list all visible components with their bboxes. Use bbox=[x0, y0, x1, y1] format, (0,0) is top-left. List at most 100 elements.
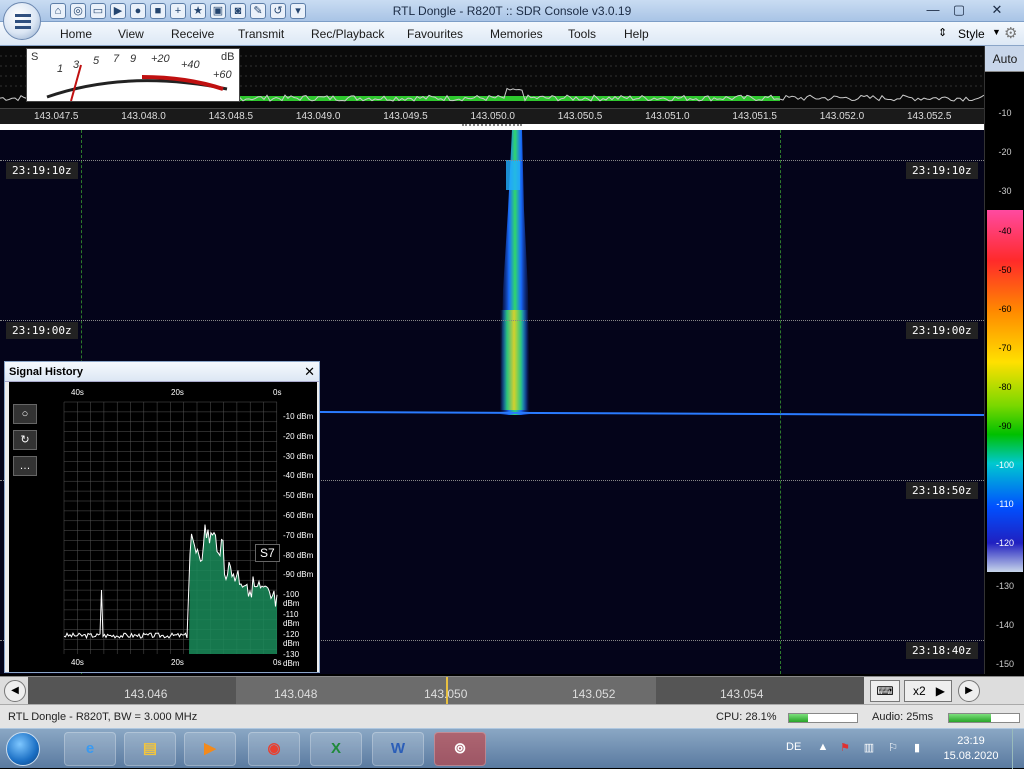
db-label: -10 bbox=[998, 108, 1012, 118]
explorer-icon[interactable]: ▤ bbox=[124, 732, 176, 766]
close-button[interactable]: ✕ bbox=[984, 1, 1010, 19]
frequency-tick-label: 143.052.5 bbox=[907, 111, 952, 122]
menu-memories[interactable]: Memories bbox=[490, 27, 543, 41]
audio-status: Audio: 25ms bbox=[872, 711, 934, 723]
auto-range-button[interactable]: Auto bbox=[985, 46, 1024, 72]
time-label-bottom: 0s bbox=[273, 658, 282, 667]
settings-gear-icon[interactable]: ⚙ bbox=[1004, 24, 1017, 42]
menu-receive[interactable]: Receive bbox=[171, 27, 214, 41]
menu-transmit[interactable]: Transmit bbox=[238, 27, 284, 41]
frequency-tick-label: 143.051.0 bbox=[645, 111, 690, 122]
start-button[interactable] bbox=[6, 732, 40, 766]
menu-favourites[interactable]: Favourites bbox=[407, 27, 463, 41]
dbm-label: -20 dBm bbox=[283, 431, 314, 441]
db-scale: Auto -10 -20 -30 -40 -50 -60 -70 -80 -90… bbox=[984, 46, 1024, 674]
frequency-tick-label: 143.052.0 bbox=[819, 111, 865, 122]
db-label: -140 bbox=[995, 620, 1014, 630]
smeter-tick-7: 7 bbox=[113, 53, 120, 65]
time-label-top: 0s bbox=[273, 388, 282, 397]
sdr-console-icon[interactable]: ⊚ bbox=[434, 732, 486, 766]
band-label: 143.054 bbox=[720, 687, 764, 701]
colorbar-label: -70 bbox=[998, 343, 1012, 353]
timestamp-right-2: 23:19:00z bbox=[906, 322, 978, 339]
dbm-label: -120 dBm bbox=[283, 629, 300, 648]
clock-time: 23:19 bbox=[957, 735, 985, 747]
colorbar-label: -40 bbox=[998, 226, 1012, 236]
band-strip: ◀ 143.046 143.048 143.050 143.052 143.05… bbox=[0, 676, 1024, 705]
keyboard-button[interactable]: ⌨ bbox=[870, 680, 900, 702]
scroll-right-button[interactable]: ▶ bbox=[958, 680, 980, 702]
maximize-button[interactable]: ▢ bbox=[946, 1, 972, 19]
application-menu-button[interactable] bbox=[3, 2, 41, 40]
menu-view[interactable]: View bbox=[118, 27, 144, 41]
style-menu[interactable]: Style bbox=[958, 27, 985, 41]
menu-help[interactable]: Help bbox=[624, 27, 649, 41]
clock-date: 15.08.2020 bbox=[943, 750, 999, 762]
color-scale-bar[interactable]: -40 -50 -60 -70 -80 -90 -100 -110 -120 bbox=[987, 210, 1023, 572]
db-label: -20 bbox=[998, 147, 1012, 157]
cpu-meter bbox=[788, 713, 858, 723]
windows-taskbar: e ▤ ▶ ◉ X W ⊚ DE ▲ ⚑ ▥ ⚐ ▮ 23:19 15.08.2… bbox=[0, 728, 1024, 769]
frequency-axis[interactable]: 143.047.5 143.048.0 143.048.5 143.049.0 143.… bbox=[0, 108, 984, 124]
frequency-tick-label: 143.050.5 bbox=[557, 111, 603, 122]
timestamp-right-1: 23:19:10z bbox=[906, 162, 978, 179]
signal-history-title: Signal History bbox=[9, 366, 83, 378]
dbm-label: -110 dBm bbox=[283, 610, 300, 628]
signal-history-plot: ○ ↻ … 40s 20s 0s 40s 20s 0s -10 dBm -20 d… bbox=[9, 382, 317, 672]
device-status: RTL Dongle - R820T, BW = 3.000 MHz bbox=[8, 711, 198, 723]
frequency-tick-label: 143.047.5 bbox=[34, 111, 79, 122]
smeter-s-label: S bbox=[31, 51, 39, 63]
dbm-label: -30 dBm bbox=[283, 451, 314, 461]
clock[interactable]: 23:19 15.08.2020 bbox=[940, 734, 1002, 764]
network-share-icon[interactable]: ▥ bbox=[862, 741, 876, 755]
scroll-left-button[interactable]: ◀ bbox=[4, 680, 26, 702]
ie-icon[interactable]: e bbox=[64, 732, 116, 766]
dbm-label: -100 dBm bbox=[283, 590, 300, 609]
colorbar-label: -120 bbox=[995, 538, 1014, 548]
band-label: 143.048 bbox=[274, 687, 318, 701]
frequency-tick-label: 143.049.5 bbox=[383, 111, 428, 122]
band-label: 143.050 bbox=[424, 687, 468, 701]
time-label-bottom: 40s bbox=[71, 658, 84, 667]
show-desktop-button[interactable] bbox=[1012, 729, 1024, 769]
menu-tools[interactable]: Tools bbox=[568, 27, 596, 41]
signal-history-close-button[interactable]: ✕ bbox=[304, 364, 315, 380]
zoom-label: x2 bbox=[913, 684, 926, 698]
word-icon[interactable]: W bbox=[372, 732, 424, 766]
smeter-tick-plus40: +40 bbox=[181, 59, 200, 71]
signal-strength-icon[interactable]: ▮ bbox=[910, 741, 924, 755]
style-updown-icon[interactable]: ⇕ bbox=[938, 26, 947, 39]
signal-history-titlebar[interactable]: Signal History ✕ bbox=[5, 362, 319, 382]
minimize-button[interactable]: — bbox=[920, 1, 946, 19]
audio-meter bbox=[948, 713, 1020, 723]
play-arrow-icon: ▶ bbox=[935, 684, 945, 698]
menu-home[interactable]: Home bbox=[60, 27, 92, 41]
smeter-tick-5: 5 bbox=[93, 55, 100, 67]
cpu-status: CPU: 28.1% bbox=[716, 711, 777, 723]
dbm-label: -80 dBm bbox=[283, 550, 314, 560]
colorbar-label: -90 bbox=[998, 421, 1012, 431]
band-label: 143.046 bbox=[124, 687, 168, 701]
band-overview[interactable]: 143.046 143.048 143.050 143.052 143.054 bbox=[28, 677, 864, 705]
dbm-label: -50 dBm bbox=[283, 491, 314, 501]
colorbar-label: -100 bbox=[995, 460, 1014, 470]
smeter-tick-plus60: +60 bbox=[213, 69, 232, 81]
ribbon-menu: Home View Receive Transmit Rec/Playback … bbox=[0, 22, 1024, 46]
excel-icon[interactable]: X bbox=[310, 732, 362, 766]
style-dropdown-icon[interactable]: ▼ bbox=[992, 27, 1001, 37]
zoom-x2-button[interactable]: x2 ▶ bbox=[904, 680, 952, 702]
status-bar: RTL Dongle - R820T, BW = 3.000 MHz CPU: … bbox=[0, 704, 1024, 728]
menu-rec-playback[interactable]: Rec/Playback bbox=[311, 27, 384, 41]
db-label: -130 bbox=[995, 581, 1014, 591]
frequency-tick-label: 143.048.5 bbox=[208, 111, 254, 122]
media-player-icon[interactable]: ▶ bbox=[184, 732, 236, 766]
colorbar-label: -110 bbox=[996, 499, 1014, 509]
signal-history-window[interactable]: Signal History ✕ ○ ↻ … 40s 20s 0s 40s 20… bbox=[4, 361, 320, 673]
colorbar-label: -50 bbox=[998, 265, 1012, 275]
acrobat-icon[interactable]: ⚑ bbox=[838, 741, 852, 755]
chrome-icon[interactable]: ◉ bbox=[248, 732, 300, 766]
language-indicator[interactable]: DE bbox=[786, 741, 801, 753]
show-hidden-icons-icon[interactable]: ▲ bbox=[816, 741, 830, 755]
s-meter: S 1 3 5 7 9 +20 +40 +60 dB bbox=[26, 48, 240, 102]
flag-icon[interactable]: ⚐ bbox=[886, 741, 900, 755]
